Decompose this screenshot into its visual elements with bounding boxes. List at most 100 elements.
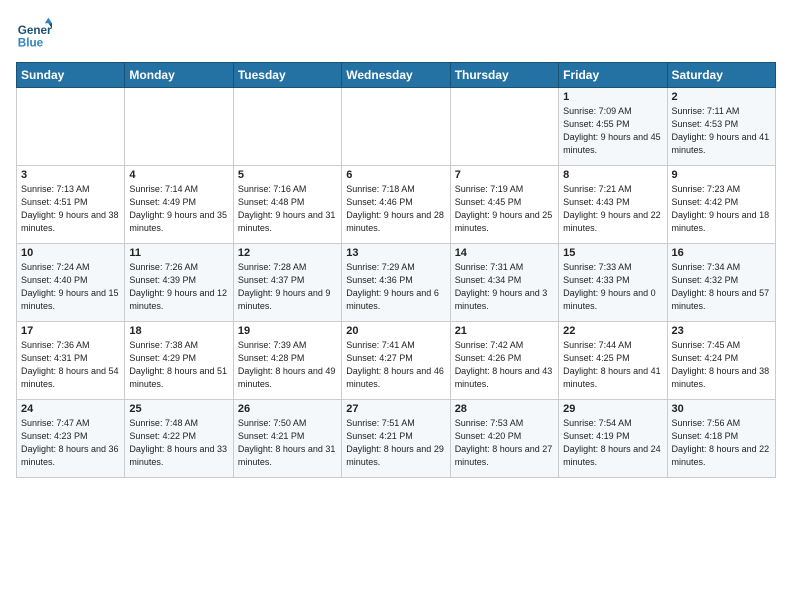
calendar-cell: 25 Sunrise: 7:48 AM Sunset: 4:22 PM Dayli… (125, 400, 233, 478)
weekday-header-wednesday: Wednesday (342, 63, 450, 88)
calendar-cell: 14Sunrise: 7:31 AM Sunset: 4:34 PM Dayli… (450, 244, 558, 322)
day-info: Sunrise: 7:56 AM Sunset: 4:18 PM Dayligh… (672, 417, 771, 469)
day-info: Sunrise: 7:29 AM Sunset: 4:36 PM Dayligh… (346, 261, 445, 313)
calendar-table: SundayMondayTuesdayWednesdayThursdayFrid… (16, 62, 776, 478)
day-number: 20 (346, 325, 445, 337)
calendar-cell: 19 Sunrise: 7:39 AM Sunset: 4:28 PM Dayli… (233, 322, 341, 400)
day-number: 28 (455, 403, 554, 415)
day-number: 8 (563, 169, 662, 181)
day-number: 4 (129, 169, 228, 181)
calendar-cell: 6 Sunrise: 7:18 AM Sunset: 4:46 PM Daylig… (342, 166, 450, 244)
day-number: 13 (346, 247, 445, 259)
day-info: Sunrise: 7:16 AM Sunset: 4:48 PM Dayligh… (238, 183, 337, 235)
day-info: Sunrise: 7:34 AM Sunset: 4:32 PM Dayligh… (672, 261, 771, 313)
calendar-cell: 13 Sunrise: 7:29 AM Sunset: 4:36 PM Dayli… (342, 244, 450, 322)
day-info: Sunrise: 7:53 AM Sunset: 4:20 PM Dayligh… (455, 417, 554, 469)
calendar-week-4: 17 Sunrise: 7:36 AM Sunset: 4:31 PM Dayli… (17, 322, 776, 400)
day-info: Sunrise: 7:09 AM Sunset: 4:55 PM Dayligh… (563, 105, 662, 157)
day-info: Sunrise: 7:48 AM Sunset: 4:22 PM Dayligh… (129, 417, 228, 469)
day-number: 9 (672, 169, 771, 181)
calendar-cell: 9Sunrise: 7:23 AM Sunset: 4:42 PM Daylig… (667, 166, 775, 244)
day-number: 21 (455, 325, 554, 337)
calendar-cell: 24 Sunrise: 7:47 AM Sunset: 4:23 PM Dayli… (17, 400, 125, 478)
weekday-header-sunday: Sunday (17, 63, 125, 88)
day-info: Sunrise: 7:13 AM Sunset: 4:51 PM Dayligh… (21, 183, 120, 235)
calendar-cell: 8 Sunrise: 7:21 AM Sunset: 4:43 PM Daylig… (559, 166, 667, 244)
day-info: Sunrise: 7:11 AM Sunset: 4:53 PM Dayligh… (672, 105, 771, 157)
day-number: 29 (563, 403, 662, 415)
day-number: 25 (129, 403, 228, 415)
calendar-cell: 7Sunrise: 7:19 AM Sunset: 4:45 PM Daylig… (450, 166, 558, 244)
weekday-header-tuesday: Tuesday (233, 63, 341, 88)
day-info: Sunrise: 7:28 AM Sunset: 4:37 PM Dayligh… (238, 261, 337, 313)
calendar-cell: 30 Sunrise: 7:56 AM Sunset: 4:18 PM Dayli… (667, 400, 775, 478)
day-number: 22 (563, 325, 662, 337)
logo-icon: General Blue (16, 16, 52, 52)
day-info: Sunrise: 7:42 AM Sunset: 4:26 PM Dayligh… (455, 339, 554, 391)
day-info: Sunrise: 7:31 AM Sunset: 4:34 PM Dayligh… (455, 261, 554, 313)
weekday-header-thursday: Thursday (450, 63, 558, 88)
day-number: 1 (563, 91, 662, 103)
day-info: Sunrise: 7:51 AM Sunset: 4:21 PM Dayligh… (346, 417, 445, 469)
calendar-cell: 12 Sunrise: 7:28 AM Sunset: 4:37 PM Dayli… (233, 244, 341, 322)
day-number: 17 (21, 325, 120, 337)
calendar-cell (233, 88, 341, 166)
day-info: Sunrise: 7:54 AM Sunset: 4:19 PM Dayligh… (563, 417, 662, 469)
calendar-cell: 11Sunrise: 7:26 AM Sunset: 4:39 PM Dayli… (125, 244, 233, 322)
calendar-cell: 3 Sunrise: 7:13 AM Sunset: 4:51 PM Daylig… (17, 166, 125, 244)
calendar-cell (125, 88, 233, 166)
page-header: General Blue (16, 16, 776, 52)
calendar-cell: 2 Sunrise: 7:11 AM Sunset: 4:53 PM Daylig… (667, 88, 775, 166)
day-info: Sunrise: 7:39 AM Sunset: 4:28 PM Dayligh… (238, 339, 337, 391)
day-number: 30 (672, 403, 771, 415)
logo: General Blue (16, 16, 56, 52)
day-number: 2 (672, 91, 771, 103)
day-info: Sunrise: 7:33 AM Sunset: 4:33 PM Dayligh… (563, 261, 662, 313)
day-info: Sunrise: 7:19 AM Sunset: 4:45 PM Dayligh… (455, 183, 554, 235)
day-info: Sunrise: 7:21 AM Sunset: 4:43 PM Dayligh… (563, 183, 662, 235)
calendar-week-3: 10 Sunrise: 7:24 AM Sunset: 4:40 PM Dayli… (17, 244, 776, 322)
calendar-cell: 5 Sunrise: 7:16 AM Sunset: 4:48 PM Daylig… (233, 166, 341, 244)
calendar-cell (342, 88, 450, 166)
calendar-cell: 4 Sunrise: 7:14 AM Sunset: 4:49 PM Daylig… (125, 166, 233, 244)
day-number: 19 (238, 325, 337, 337)
calendar-cell: 27 Sunrise: 7:51 AM Sunset: 4:21 PM Dayli… (342, 400, 450, 478)
calendar-cell: 20 Sunrise: 7:41 AM Sunset: 4:27 PM Dayli… (342, 322, 450, 400)
day-info: Sunrise: 7:24 AM Sunset: 4:40 PM Dayligh… (21, 261, 120, 313)
day-number: 26 (238, 403, 337, 415)
calendar-cell: 17 Sunrise: 7:36 AM Sunset: 4:31 PM Dayli… (17, 322, 125, 400)
calendar-cell: 23 Sunrise: 7:45 AM Sunset: 4:24 PM Dayli… (667, 322, 775, 400)
day-number: 3 (21, 169, 120, 181)
day-info: Sunrise: 7:41 AM Sunset: 4:27 PM Dayligh… (346, 339, 445, 391)
day-info: Sunrise: 7:18 AM Sunset: 4:46 PM Dayligh… (346, 183, 445, 235)
calendar-cell: 16 Sunrise: 7:34 AM Sunset: 4:32 PM Dayli… (667, 244, 775, 322)
calendar-cell: 29 Sunrise: 7:54 AM Sunset: 4:19 PM Dayli… (559, 400, 667, 478)
day-info: Sunrise: 7:50 AM Sunset: 4:21 PM Dayligh… (238, 417, 337, 469)
weekday-header-monday: Monday (125, 63, 233, 88)
day-info: Sunrise: 7:36 AM Sunset: 4:31 PM Dayligh… (21, 339, 120, 391)
day-info: Sunrise: 7:14 AM Sunset: 4:49 PM Dayligh… (129, 183, 228, 235)
day-number: 16 (672, 247, 771, 259)
day-info: Sunrise: 7:38 AM Sunset: 4:29 PM Dayligh… (129, 339, 228, 391)
weekday-header-saturday: Saturday (667, 63, 775, 88)
calendar-cell: 28 Sunrise: 7:53 AM Sunset: 4:20 PM Dayli… (450, 400, 558, 478)
day-number: 5 (238, 169, 337, 181)
calendar-cell: 15 Sunrise: 7:33 AM Sunset: 4:33 PM Dayli… (559, 244, 667, 322)
day-number: 27 (346, 403, 445, 415)
day-number: 15 (563, 247, 662, 259)
day-number: 12 (238, 247, 337, 259)
calendar-cell: 22 Sunrise: 7:44 AM Sunset: 4:25 PM Dayli… (559, 322, 667, 400)
day-info: Sunrise: 7:44 AM Sunset: 4:25 PM Dayligh… (563, 339, 662, 391)
day-info: Sunrise: 7:45 AM Sunset: 4:24 PM Dayligh… (672, 339, 771, 391)
svg-text:General: General (18, 24, 52, 37)
calendar-week-2: 3 Sunrise: 7:13 AM Sunset: 4:51 PM Daylig… (17, 166, 776, 244)
day-number: 6 (346, 169, 445, 181)
day-number: 23 (672, 325, 771, 337)
day-info: Sunrise: 7:26 AM Sunset: 4:39 PM Dayligh… (129, 261, 228, 313)
day-number: 24 (21, 403, 120, 415)
calendar-cell: 21 Sunrise: 7:42 AM Sunset: 4:26 PM Dayli… (450, 322, 558, 400)
day-info: Sunrise: 7:47 AM Sunset: 4:23 PM Dayligh… (21, 417, 120, 469)
calendar-week-1: 1 Sunrise: 7:09 AM Sunset: 4:55 PM Daylig… (17, 88, 776, 166)
day-number: 10 (21, 247, 120, 259)
calendar-cell (17, 88, 125, 166)
